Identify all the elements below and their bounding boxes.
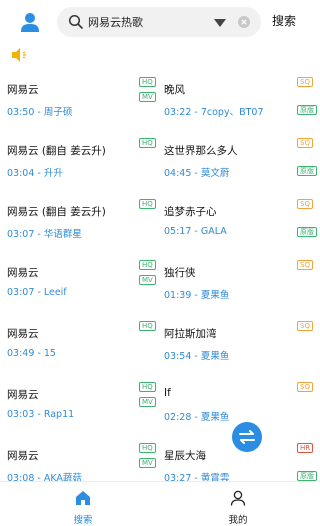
sq-badge: SQ: [297, 260, 313, 270]
search-icon: [68, 14, 83, 29]
song-meta: 03:54 - 夏果鱼: [164, 351, 230, 362]
nav-mine-label: 我的: [228, 515, 248, 526]
person-icon[interactable]: [19, 11, 41, 33]
original-badge: 原版: [297, 227, 317, 237]
song-item[interactable]: 阿拉斯加湾 03:54 - 夏果鱼 SQ: [0, 310, 320, 368]
sq-badge: SQ: [297, 138, 313, 148]
search-button[interactable]: 搜索: [272, 12, 296, 29]
nav-search[interactable]: 搜索: [63, 490, 103, 526]
search-input[interactable]: [88, 7, 206, 37]
song-meta: 02:28 - 夏果鱼: [164, 412, 230, 423]
song-title: 晚风: [164, 84, 185, 96]
speaker-icon[interactable]: [11, 47, 29, 63]
song-item[interactable]: 这世界那么多人 04:45 - 莫文蔚 SQ 原版: [0, 127, 320, 185]
song-item[interactable]: If 02:28 - 夏果鱼 SQ: [0, 371, 320, 429]
sq-badge: SQ: [297, 77, 313, 87]
user-outline-icon: [230, 490, 246, 506]
nav-mine[interactable]: 我的: [218, 490, 258, 526]
clear-icon[interactable]: [238, 16, 250, 28]
song-item[interactable]: 晚风 03:22 - 7copy、BT07 SQ 原版: [0, 66, 320, 124]
original-badge: 原版: [297, 471, 317, 481]
original-badge: 原版: [297, 166, 317, 176]
swap-arrows-icon: [239, 430, 255, 444]
sq-badge: SQ: [297, 382, 313, 392]
song-meta: 01:39 - 夏果鱼: [164, 290, 230, 301]
song-item[interactable]: 独行侠 01:39 - 夏果鱼 SQ: [0, 249, 320, 307]
search-box[interactable]: [57, 7, 261, 37]
sq-badge: SQ: [297, 199, 313, 209]
song-title: 阿拉斯加湾: [164, 328, 217, 340]
nav-search-label: 搜索: [73, 515, 93, 526]
song-title: 星辰大海: [164, 450, 206, 462]
bottom-nav: 搜索 我的: [0, 481, 320, 526]
top-bar: 搜索: [0, 0, 320, 44]
sq-badge: SQ: [297, 321, 313, 331]
song-meta: 05:17 - GALA: [164, 226, 227, 237]
song-title: 追梦赤子心: [164, 206, 217, 218]
song-meta: 04:45 - 莫文蔚: [164, 168, 230, 179]
song-title: 这世界那么多人: [164, 145, 238, 157]
caret-down-icon[interactable]: [214, 19, 226, 27]
home-icon: [76, 491, 90, 505]
song-item[interactable]: 追梦赤子心 05:17 - GALA SQ 原版: [0, 188, 320, 246]
original-badge: 原版: [297, 105, 317, 115]
song-title: If: [164, 387, 171, 399]
switch-button[interactable]: [232, 422, 262, 452]
song-title: 独行侠: [164, 267, 196, 279]
hr-badge: HR: [297, 443, 314, 453]
song-meta: 03:22 - 7copy、BT07: [164, 107, 264, 118]
